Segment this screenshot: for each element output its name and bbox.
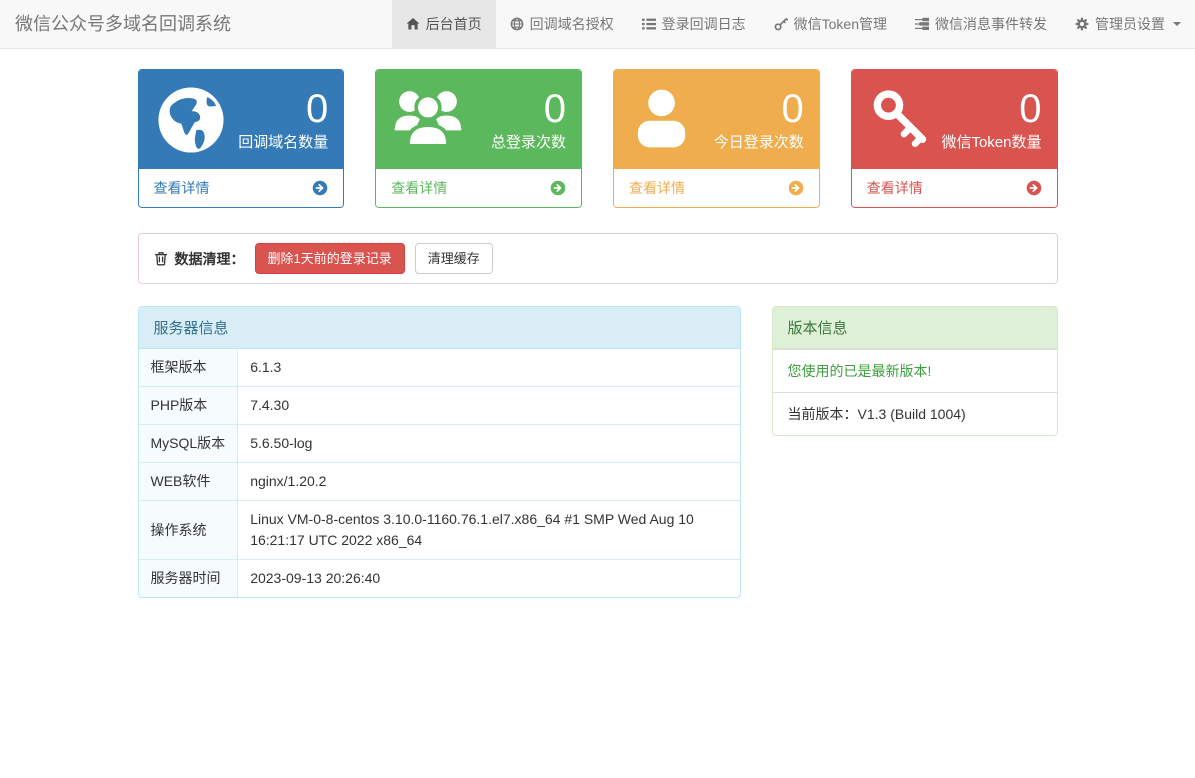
- version-info-title: 版本信息: [772, 307, 1057, 349]
- stat-card-token-count: 0 微信Token数量 查看详情: [850, 69, 1058, 208]
- version-info-panel: 版本信息 您使用的已是最新版本! 当前版本：V1.3 (Build 1004): [771, 306, 1058, 436]
- cleanup-label: 数据清理：: [154, 249, 245, 269]
- row-value: 2023-09-13 20:26:40: [237, 559, 740, 597]
- nav-label: 登录回调日志: [661, 16, 746, 32]
- view-details-label: 查看详情: [866, 180, 923, 196]
- nav-item-login-log[interactable]: 登录回调日志: [628, 0, 760, 48]
- top-navbar: 微信公众号多域名回调系统 后台首页 回调域名授权 登录回调日志 微信Token管…: [0, 0, 1195, 49]
- view-details-link[interactable]: 查看详情: [851, 169, 1057, 207]
- nav-label: 管理员设置: [1095, 16, 1165, 32]
- main-nav: 后台首页 回调域名授权 登录回调日志 微信Token管理 微信消息事件转发 管理…: [391, 0, 1195, 48]
- globe-icon: [510, 17, 524, 31]
- gear-icon: [1075, 17, 1089, 31]
- stat-label: 微信Token数量: [941, 133, 1042, 151]
- tasks-icon: [915, 17, 929, 31]
- view-details-link[interactable]: 查看详情: [376, 169, 581, 207]
- globe-icon: [154, 83, 228, 157]
- nav-item-domain-auth[interactable]: 回调域名授权: [496, 0, 628, 48]
- row-label: 服务器时间: [138, 559, 239, 597]
- row-value: nginx/1.20.2: [237, 462, 740, 501]
- row-value: 6.1.3: [250, 359, 282, 375]
- users-icon: [391, 83, 465, 157]
- table-row: MySQL版本 5.6.50-log: [138, 424, 740, 463]
- view-details-label: 查看详情: [391, 180, 448, 196]
- server-info-table: 框架版本 6.1.3 PHP版本 7.4.30 MySQL版本 5.6.50-l…: [138, 349, 740, 597]
- stat-card-total-logins: 0 总登录次数 查看详情: [375, 69, 582, 208]
- row-value: 7.4.30: [237, 386, 740, 425]
- nav-item-msg-forward[interactable]: 微信消息事件转发: [901, 0, 1061, 48]
- user-icon: [629, 83, 703, 157]
- nav-label: 后台首页: [425, 16, 482, 32]
- view-details-link[interactable]: 查看详情: [138, 169, 344, 207]
- delete-old-logs-button[interactable]: 删除1天前的登录记录: [254, 243, 405, 274]
- table-row: 操作系统 Linux VM-0-8-centos 3.10.0-1160.76.…: [138, 500, 740, 560]
- row-label: PHP版本: [138, 386, 239, 425]
- view-details-label: 查看详情: [153, 180, 210, 196]
- stat-card-today-logins: 0 今日登录次数 查看详情: [613, 69, 820, 208]
- table-row: WEB软件 nginx/1.20.2: [138, 462, 740, 501]
- row-value: 5.6.50-log: [237, 424, 740, 463]
- nav-label: 微信消息事件转发: [935, 16, 1047, 32]
- row-label: 操作系统: [138, 500, 239, 560]
- brand-title[interactable]: 微信公众号多域名回调系统: [0, 0, 246, 48]
- stat-value: 0: [1019, 86, 1042, 131]
- row-value: Linux VM-0-8-centos 3.10.0-1160.76.1.el7…: [237, 500, 740, 560]
- nav-item-admin-settings[interactable]: 管理员设置: [1061, 0, 1195, 48]
- row-label: MySQL版本: [138, 424, 239, 463]
- key-icon: [867, 83, 941, 157]
- row-label: 框架版本: [138, 349, 239, 387]
- info-panels-row: 服务器信息 框架版本 6.1.3 PHP版本 7.4.30 MySQL版本 5.…: [137, 306, 1058, 598]
- arrow-circle-right-icon: [312, 180, 328, 196]
- arrow-circle-right-icon: [788, 180, 804, 196]
- stat-label: 总登录次数: [490, 133, 566, 151]
- stat-card-callback-domains: 0 回调域名数量 查看详情: [137, 69, 345, 208]
- nav-item-token-manage[interactable]: 微信Token管理: [760, 0, 901, 48]
- list-icon: [641, 17, 656, 31]
- caret-down-icon: [1173, 22, 1181, 26]
- arrow-circle-right-icon: [550, 180, 566, 196]
- current-version: 当前版本：V1.3 (Build 1004): [772, 392, 1057, 435]
- server-info-panel: 服务器信息 框架版本 6.1.3 PHP版本 7.4.30 MySQL版本 5.…: [137, 306, 741, 598]
- arrow-circle-right-icon: [1026, 180, 1042, 196]
- nav-label: 微信Token管理: [793, 16, 887, 32]
- table-row: PHP版本 7.4.30: [138, 386, 740, 425]
- table-row: 框架版本 6.1.3: [138, 349, 740, 387]
- clear-cache-button[interactable]: 清理缓存: [414, 243, 493, 274]
- version-status: 您使用的已是最新版本!: [772, 349, 1057, 392]
- stat-label: 回调域名数量: [238, 133, 329, 151]
- stat-cards-row: 0 回调域名数量 查看详情 0 总登录次数 查看详情 0 今日登录次数 查看详情…: [137, 69, 1058, 208]
- stat-label: 今日登录次数: [713, 133, 804, 151]
- row-label: WEB软件: [138, 462, 239, 501]
- main-content: 0 回调域名数量 查看详情 0 总登录次数 查看详情 0 今日登录次数 查看详情…: [137, 49, 1058, 598]
- table-row: 服务器时间 2023-09-13 20:26:40: [138, 559, 740, 597]
- nav-label: 回调域名授权: [529, 16, 614, 32]
- data-cleanup-panel: 数据清理： 删除1天前的登录记录 清理缓存: [137, 233, 1058, 284]
- nav-item-dashboard[interactable]: 后台首页: [391, 0, 496, 48]
- view-details-label: 查看详情: [629, 180, 685, 196]
- trash-icon: [154, 251, 168, 266]
- view-details-link[interactable]: 查看详情: [614, 169, 819, 207]
- server-info-title: 服务器信息: [138, 307, 740, 349]
- key-icon: [774, 17, 788, 31]
- stat-value: 0: [781, 86, 804, 131]
- home-icon: [406, 17, 420, 31]
- stat-value: 0: [306, 86, 329, 131]
- stat-value: 0: [543, 86, 566, 131]
